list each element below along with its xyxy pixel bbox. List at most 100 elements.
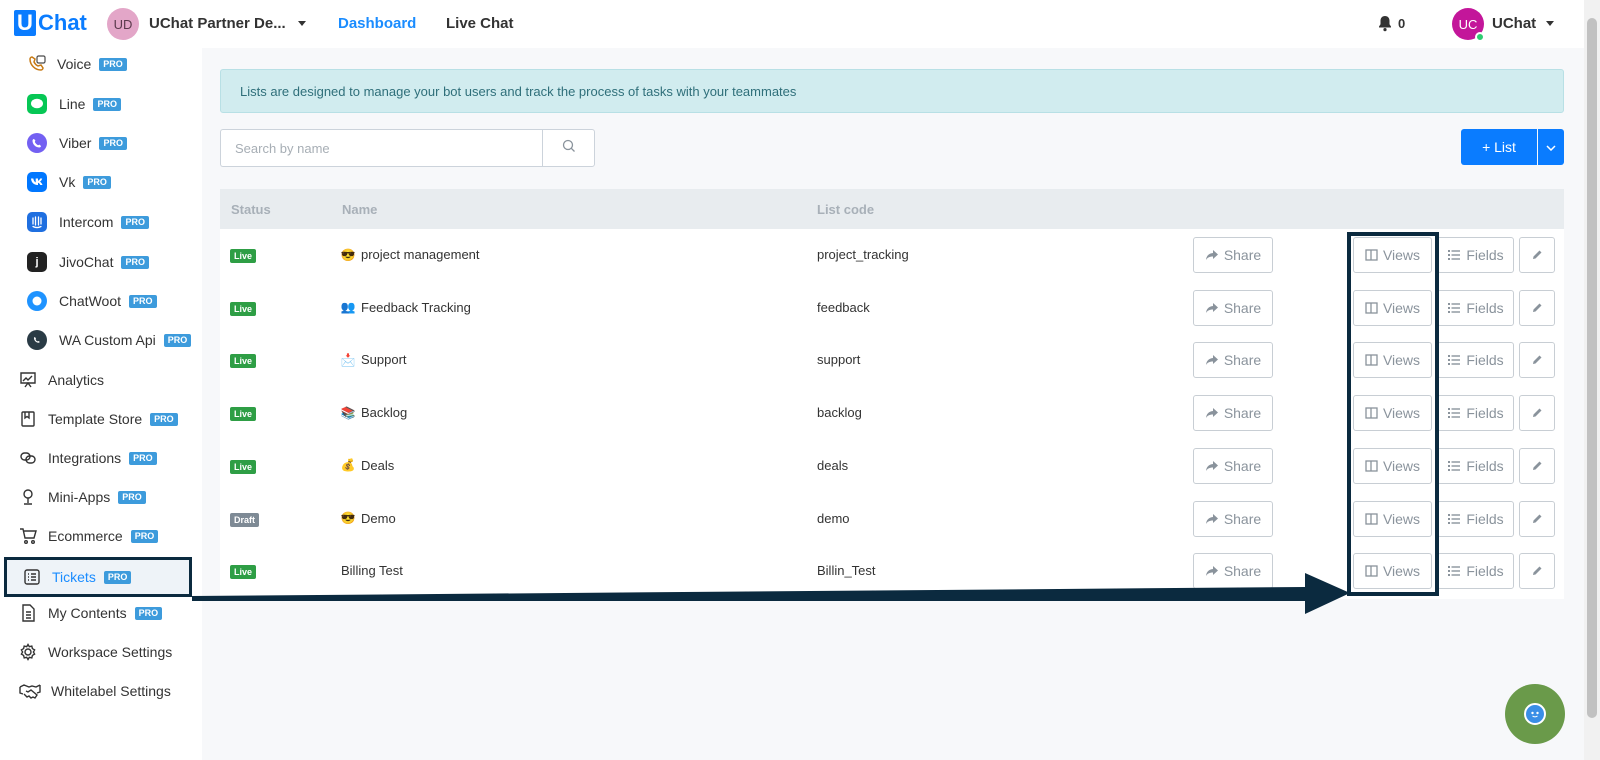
share-button[interactable]: Share — [1193, 342, 1273, 379]
chatbot-icon — [1524, 703, 1546, 725]
template-store-icon — [18, 409, 38, 429]
list-name[interactable]: 💰 Deals — [341, 458, 395, 473]
sidebar-item-label: Intercom — [59, 214, 114, 230]
list-name[interactable]: 📩 Support — [341, 352, 407, 367]
list-icon — [1447, 565, 1466, 577]
scroll-thumb[interactable] — [1587, 18, 1597, 718]
edit-button[interactable] — [1519, 500, 1555, 537]
edit-button[interactable] — [1519, 342, 1555, 379]
nav-live-chat[interactable]: Live Chat — [446, 15, 514, 32]
fields-button[interactable]: Fields — [1437, 553, 1514, 590]
sidebar-item-whitelabel-settings[interactable]: Whitelabel Settings — [18, 676, 171, 706]
pencil-icon — [1531, 354, 1543, 366]
list-icon — [1447, 249, 1466, 261]
sidebar-item-label: My Contents — [48, 605, 127, 621]
sidebar-item-workspace-settings[interactable]: Workspace Settings — [18, 637, 172, 667]
share-button[interactable]: Share — [1193, 553, 1273, 590]
list-code: project_tracking — [817, 247, 909, 262]
fields-label: Fields — [1466, 457, 1504, 474]
pencil-icon — [1531, 460, 1543, 472]
intercom-icon — [27, 212, 47, 232]
sidebar-item-label: Mini-Apps — [48, 489, 111, 505]
sidebar-item-line[interactable]: Line PRO — [27, 89, 121, 119]
views-column-highlight — [1347, 232, 1439, 596]
pro-badge: PRO — [129, 451, 157, 465]
workspace-avatar[interactable]: UD — [107, 8, 139, 40]
list-name[interactable]: 📚 Backlog — [340, 405, 408, 420]
sidebar-item-mini-apps[interactable]: Mini-Apps PRO — [18, 482, 146, 512]
sidebar-item-voice[interactable]: Voice PRO — [27, 49, 127, 79]
share-icon — [1205, 513, 1224, 525]
sidebar-item-chatwoot[interactable]: ChatWoot PRO — [27, 286, 157, 316]
list-icon — [1447, 354, 1466, 366]
sidebar-item-label: Viber — [59, 135, 92, 151]
edit-button[interactable] — [1519, 395, 1555, 432]
fields-button[interactable]: Fields — [1437, 395, 1514, 432]
share-button[interactable]: Share — [1193, 500, 1273, 537]
sidebar-item-my-contents[interactable]: My Contents PRO — [18, 598, 163, 628]
chevron-down-icon[interactable] — [298, 21, 306, 26]
list-emoji-icon: 👥 — [340, 300, 356, 315]
share-button[interactable]: Share — [1193, 237, 1273, 273]
edit-button[interactable] — [1519, 553, 1555, 590]
sidebar-item-intercom[interactable]: Intercom PRO — [27, 207, 149, 237]
list-name-text: Demo — [361, 510, 396, 526]
share-icon — [1205, 249, 1224, 261]
workspace-name[interactable]: UChat Partner De... — [149, 15, 286, 32]
fields-label: Fields — [1466, 563, 1504, 580]
fields-button[interactable]: Fields — [1437, 500, 1514, 537]
search-button[interactable] — [542, 129, 595, 167]
edit-button[interactable] — [1519, 289, 1555, 326]
sidebar-item-ecommerce[interactable]: Ecommerce PRO — [18, 521, 159, 551]
tickets-icon — [22, 567, 42, 587]
fields-button[interactable]: Fields — [1437, 289, 1514, 326]
viber-icon — [27, 133, 47, 153]
bell-icon[interactable] — [1377, 15, 1393, 37]
sidebar-item-label: Tickets — [52, 569, 96, 585]
fields-button[interactable]: Fields — [1437, 447, 1514, 484]
fields-button[interactable]: Fields — [1437, 342, 1514, 379]
fields-button[interactable]: Fields — [1437, 237, 1514, 273]
edit-button[interactable] — [1519, 237, 1555, 273]
share-button[interactable]: Share — [1193, 289, 1273, 326]
nav-dashboard[interactable]: Dashboard — [338, 15, 416, 32]
add-list-dropdown-button[interactable] — [1538, 129, 1564, 165]
column-name: Name — [342, 202, 378, 217]
list-emoji-icon: 📚 — [340, 405, 356, 420]
list-emoji-icon: 📩 — [340, 352, 356, 367]
share-button[interactable]: Share — [1193, 395, 1273, 432]
pro-badge: PRO — [129, 294, 157, 308]
sidebar-item-jivochat[interactable]: j JivoChat PRO — [27, 247, 149, 277]
edit-button[interactable] — [1519, 447, 1555, 484]
pro-badge: PRO — [99, 136, 127, 150]
share-button[interactable]: Share — [1193, 447, 1273, 484]
jivochat-icon: j — [27, 252, 47, 272]
search-input[interactable] — [220, 129, 542, 167]
sidebar-item-wa-custom-api[interactable]: WA Custom Api PRO — [27, 325, 192, 355]
user-name[interactable]: UChat — [1492, 15, 1536, 32]
pro-badge: PRO — [134, 606, 163, 620]
list-name[interactable]: 👥 Feedback Tracking — [341, 300, 471, 315]
sidebar-item-label: Ecommerce — [48, 528, 123, 544]
sidebar-item-viber[interactable]: Viber PRO — [27, 128, 127, 158]
sidebar-item-label: ChatWoot — [59, 293, 121, 309]
sidebar-item-tickets[interactable]: Tickets PRO — [4, 557, 192, 597]
online-status-dot — [1475, 32, 1485, 42]
uchat-logo[interactable]: U Chat — [14, 10, 87, 36]
sidebar-item-vk[interactable]: Vk PRO — [27, 167, 111, 197]
sidebar-item-integrations[interactable]: Integrations PRO — [18, 443, 157, 473]
vk-icon — [27, 172, 47, 192]
pro-badge: PRO — [163, 333, 192, 347]
list-code: feedback — [817, 299, 870, 315]
chat-widget-button[interactable] — [1505, 684, 1565, 744]
list-name[interactable]: Billing Test — [341, 563, 403, 578]
list-name[interactable]: 😎 project management — [341, 247, 480, 262]
list-name[interactable]: 😎 Demo — [341, 511, 396, 526]
sidebar-item-analytics[interactable]: Analytics — [18, 365, 104, 395]
sidebar-item-template-store[interactable]: Template Store PRO — [18, 404, 178, 434]
chevron-down-icon[interactable] — [1546, 21, 1554, 26]
document-icon — [18, 603, 38, 623]
pro-badge: PRO — [130, 529, 159, 543]
add-list-button[interactable]: + List — [1461, 129, 1537, 165]
page-scrollbar[interactable] — [1584, 0, 1600, 760]
